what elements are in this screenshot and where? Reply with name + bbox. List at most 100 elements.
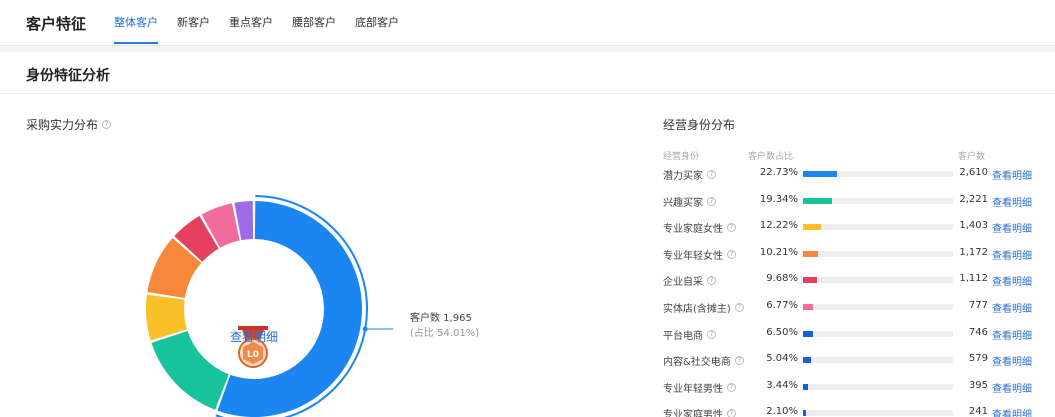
column-header-count: 客户数 [958,152,986,162]
identity-row: 专业家庭女性? 12.22% 1,403 查看明细 [0,220,1055,246]
identity-share-value: 5.04% [766,353,798,365]
identity-share-value: 3.44% [766,379,798,391]
identity-row: 专业年轻男性? 3.44% 395 查看明细 [0,380,1055,406]
identity-name-text: 平台电商 [663,330,703,342]
share-bar-track [803,357,953,364]
help-icon[interactable]: ? [727,223,736,233]
share-bar-fill [803,304,814,310]
identity-name-text: 专业家庭男性 [663,410,723,417]
share-bar-fill [803,197,832,204]
share-bar-track [803,410,953,417]
identity-row: 平台电商? 6.50% 746 查看明细 [0,327,1055,353]
column-header-identity: 经营身份 [663,152,700,162]
identity-count-value: 395 [968,379,988,391]
share-bar-fill [803,383,809,390]
identity-name: 专业年轻男性? [663,380,736,395]
identity-name-text: 专业年轻女性 [663,250,723,262]
share-bar-fill [803,250,819,257]
tab-all-customers[interactable]: 整体客户 [114,0,158,46]
identity-name-text: 实体店(含摊主) [663,304,731,315]
tab-new-customers[interactable]: 新客户 [177,0,210,46]
identity-name-text: 潜力买家 [663,171,703,182]
identity-share-value: 22.73% [759,167,798,178]
identity-name: 企业自采? [663,273,716,288]
identity-row: 实体店(含摊主)? 6.77% 777 查看明细 [0,300,1055,326]
share-bar-track [803,330,953,337]
share-bar-track [803,224,953,231]
view-detail-link[interactable]: 查看明细 [992,353,1032,368]
identity-share-value: 6.77% [766,300,798,311]
customer-tabs: 整体客户 新客户 重点客户 腰部客户 底部客户 [114,0,418,46]
identity-name-text: 企业自采 [663,277,703,289]
help-icon[interactable]: ? [707,196,716,206]
top-bar: 客户特征 整体客户 新客户 重点客户 腰部客户 底部客户 [0,0,1055,46]
identity-name-text: 兴趣买家 [663,197,703,209]
share-bar-fill [803,277,818,284]
share-bar-fill [803,330,813,337]
identity-count-value: 1,112 [959,273,988,285]
identity-name: 专业家庭女性? [663,220,736,235]
identity-row: 企业自采? 9.68% 1,112 查看明细 [0,273,1055,299]
identity-share-value: 10.21% [759,246,798,258]
share-bar-fill [803,357,811,364]
view-detail-link[interactable]: 查看明细 [992,300,1032,315]
view-detail-link[interactable]: 查看明细 [992,273,1032,288]
identity-name: 专业年轻女性? [663,247,736,262]
identity-row: 内容&社交电商? 5.04% 579 查看明细 [0,353,1055,379]
identity-row: 潜力买家? 22.73% 2,610 查看明细 [0,167,1055,193]
help-icon[interactable]: ? [727,382,736,392]
identity-row: 专业年轻女性? 10.21% 1,172 查看明细 [0,247,1055,273]
identity-share-value: 2.10% [766,406,798,417]
column-header-share: 客户数占比 [748,152,794,162]
help-icon[interactable]: ? [727,249,736,259]
identity-name-text: 专业家庭女性 [663,224,723,236]
tab-bottom-customers[interactable]: 底部客户 [355,0,399,46]
share-bar-track [803,383,953,390]
identity-distribution-title: 经营身份分布 [663,118,736,132]
help-icon[interactable]: ? [727,409,736,417]
share-bar-track [803,304,953,310]
view-detail-link[interactable]: 查看明细 [992,220,1032,235]
view-detail-link[interactable]: 查看明细 [992,406,1032,417]
identity-name: 内容&社交电商? [663,353,744,368]
identity-count-value: 2,221 [959,193,988,205]
identity-count-value: 1,403 [959,220,988,232]
identity-name-text: 内容&社交电商 [663,357,731,369]
identity-name-text: 专业年轻男性 [663,383,723,395]
share-bar-fill [803,410,807,417]
share-bar-track [803,250,953,257]
share-bar-fill [803,224,822,231]
view-detail-link[interactable]: 查看明细 [992,194,1032,209]
identity-name: 平台电商? [663,327,716,342]
identity-share-value: 12.22% [759,220,798,232]
identity-name: 潜力买家? [663,167,716,182]
view-detail-link[interactable]: 查看明细 [992,327,1032,342]
view-detail-link[interactable]: 查看明细 [992,380,1032,395]
help-icon[interactable]: ? [707,170,716,179]
tab-key-customers[interactable]: 重点客户 [229,0,273,46]
identity-share-value: 9.68% [766,273,798,285]
identity-share-value: 6.50% [766,326,798,338]
identity-name: 专业家庭男性? [663,406,736,417]
identity-count-value: 2,610 [959,167,988,178]
view-detail-link[interactable]: 查看明细 [992,247,1032,262]
identity-row: 兴趣买家? 19.34% 2,221 查看明细 [0,194,1055,220]
identity-count-value: 777 [968,300,988,311]
identity-name: 实体店(含摊主)? [663,300,744,315]
share-bar-track [803,171,953,177]
identity-name: 兴趣买家? [663,194,716,209]
identity-count-value: 241 [968,406,988,417]
identity-analysis-panel: 身份特征分析 采购实力分布 ? L0 查看明细 客户数 1,965 (占比 54… [0,52,1055,417]
help-icon[interactable]: ? [707,276,716,286]
page-title: 客户特征 [26,15,87,33]
identity-count-value: 579 [968,353,988,365]
identity-row: 专业家庭男性? 2.10% 241 查看明细 [0,406,1055,417]
share-bar-fill [803,171,837,177]
share-bar-track [803,197,953,204]
tab-mid-customers[interactable]: 腰部客户 [292,0,336,46]
identity-count-value: 1,172 [959,246,988,258]
help-icon[interactable]: ? [707,329,716,339]
share-bar-track [803,277,953,284]
view-detail-link[interactable]: 查看明细 [992,167,1032,182]
identity-share-value: 19.34% [759,193,798,205]
